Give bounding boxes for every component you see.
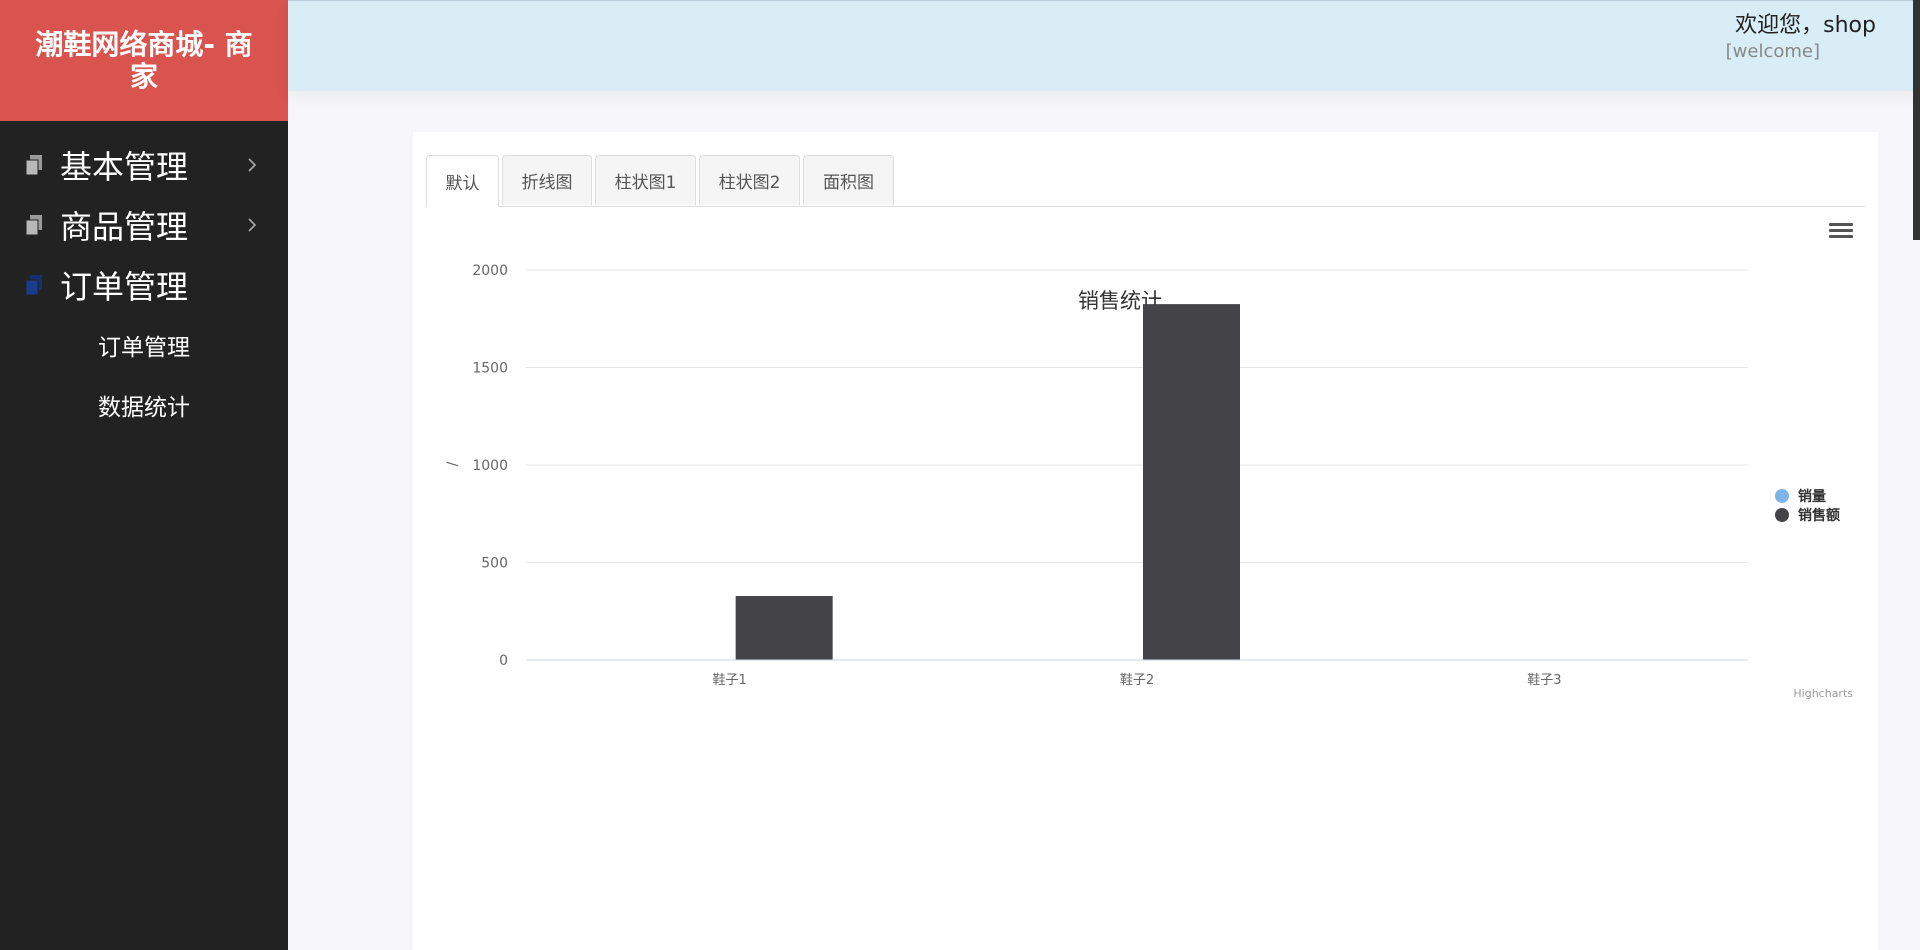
chevron-right-icon <box>248 158 257 172</box>
copy-icon <box>25 155 42 176</box>
y-tick-label: 500 <box>481 556 508 572</box>
x-tick-label: 鞋子2 <box>1120 672 1154 688</box>
chart-menu-icon[interactable] <box>1829 220 1853 240</box>
sidebar-item-basic[interactable]: 基本管理 <box>0 135 288 195</box>
x-tick-label: 鞋子3 <box>1527 672 1561 688</box>
tab-default[interactable]: 默认 <box>426 155 499 207</box>
sidebar-item-label: 商品管理 <box>60 208 189 246</box>
tab-bar-1[interactable]: 柱状图1 <box>595 155 696 205</box>
chart-credits: Highcharts <box>1793 687 1853 700</box>
page-scrollbar[interactable] <box>1913 0 1920 240</box>
chevron-right-icon <box>248 218 257 232</box>
tab-area[interactable]: 面积图 <box>803 155 894 205</box>
y-tick-label: 1500 <box>472 361 508 377</box>
copy-icon <box>25 275 42 296</box>
tab-bar-2[interactable]: 柱状图2 <box>699 155 800 205</box>
y-tick-label: 2000 <box>472 263 508 279</box>
sidebar-item-label: 基本管理 <box>60 148 189 186</box>
sidebar-item-goods[interactable]: 商品管理 <box>0 195 288 255</box>
y-tick-label: 0 <box>499 653 508 669</box>
legend-label[interactable]: 销量 <box>1798 488 1826 505</box>
submenu-item-order-manage[interactable]: 订单管理 <box>0 315 288 375</box>
content-panel: 默认 折线图 柱状图1 柱状图2 面积图 销售统计 0 500 1000 1500 20… <box>413 132 1878 950</box>
legend-marker[interactable] <box>1775 489 1789 503</box>
submenu-item-statistics[interactable]: 数据统计 <box>0 375 288 435</box>
brand-title: 潮鞋网络商城- 商家 <box>0 0 288 121</box>
legend-label[interactable]: 销售额 <box>1798 507 1840 524</box>
copy-icon <box>25 215 42 236</box>
chart-tabs: 默认 折线图 柱状图1 柱状图2 面积图 <box>426 155 1865 207</box>
welcome-text: 欢迎您，shop <box>1735 13 1876 38</box>
sidebar: 潮鞋网络商城- 商家 基本管理 商品管理 订单管理 订单管理 数据统计 <box>0 0 288 950</box>
tab-line[interactable]: 折线图 <box>502 155 592 205</box>
sales-chart: 销售统计 0500100015002000 / 鞋子1 鞋子2 鞋子3 销量销售额 … <box>445 263 1853 700</box>
y-tick-label: 1000 <box>472 458 508 474</box>
y-axis-label: / <box>445 461 461 466</box>
sidebar-item-label: 订单管理 <box>60 268 189 306</box>
x-tick-label: 鞋子1 <box>713 672 747 688</box>
top-header: 欢迎您，shop [welcome] <box>288 0 1920 91</box>
bar-2-2[interactable] <box>1143 304 1240 660</box>
sidebar-item-orders[interactable]: 订单管理 <box>0 255 288 315</box>
bar-2-1[interactable] <box>735 596 833 660</box>
chart-legend: 销量销售额 <box>1775 488 1840 524</box>
legend-marker[interactable] <box>1775 508 1789 522</box>
welcome-tag: [welcome] <box>1725 41 1820 62</box>
